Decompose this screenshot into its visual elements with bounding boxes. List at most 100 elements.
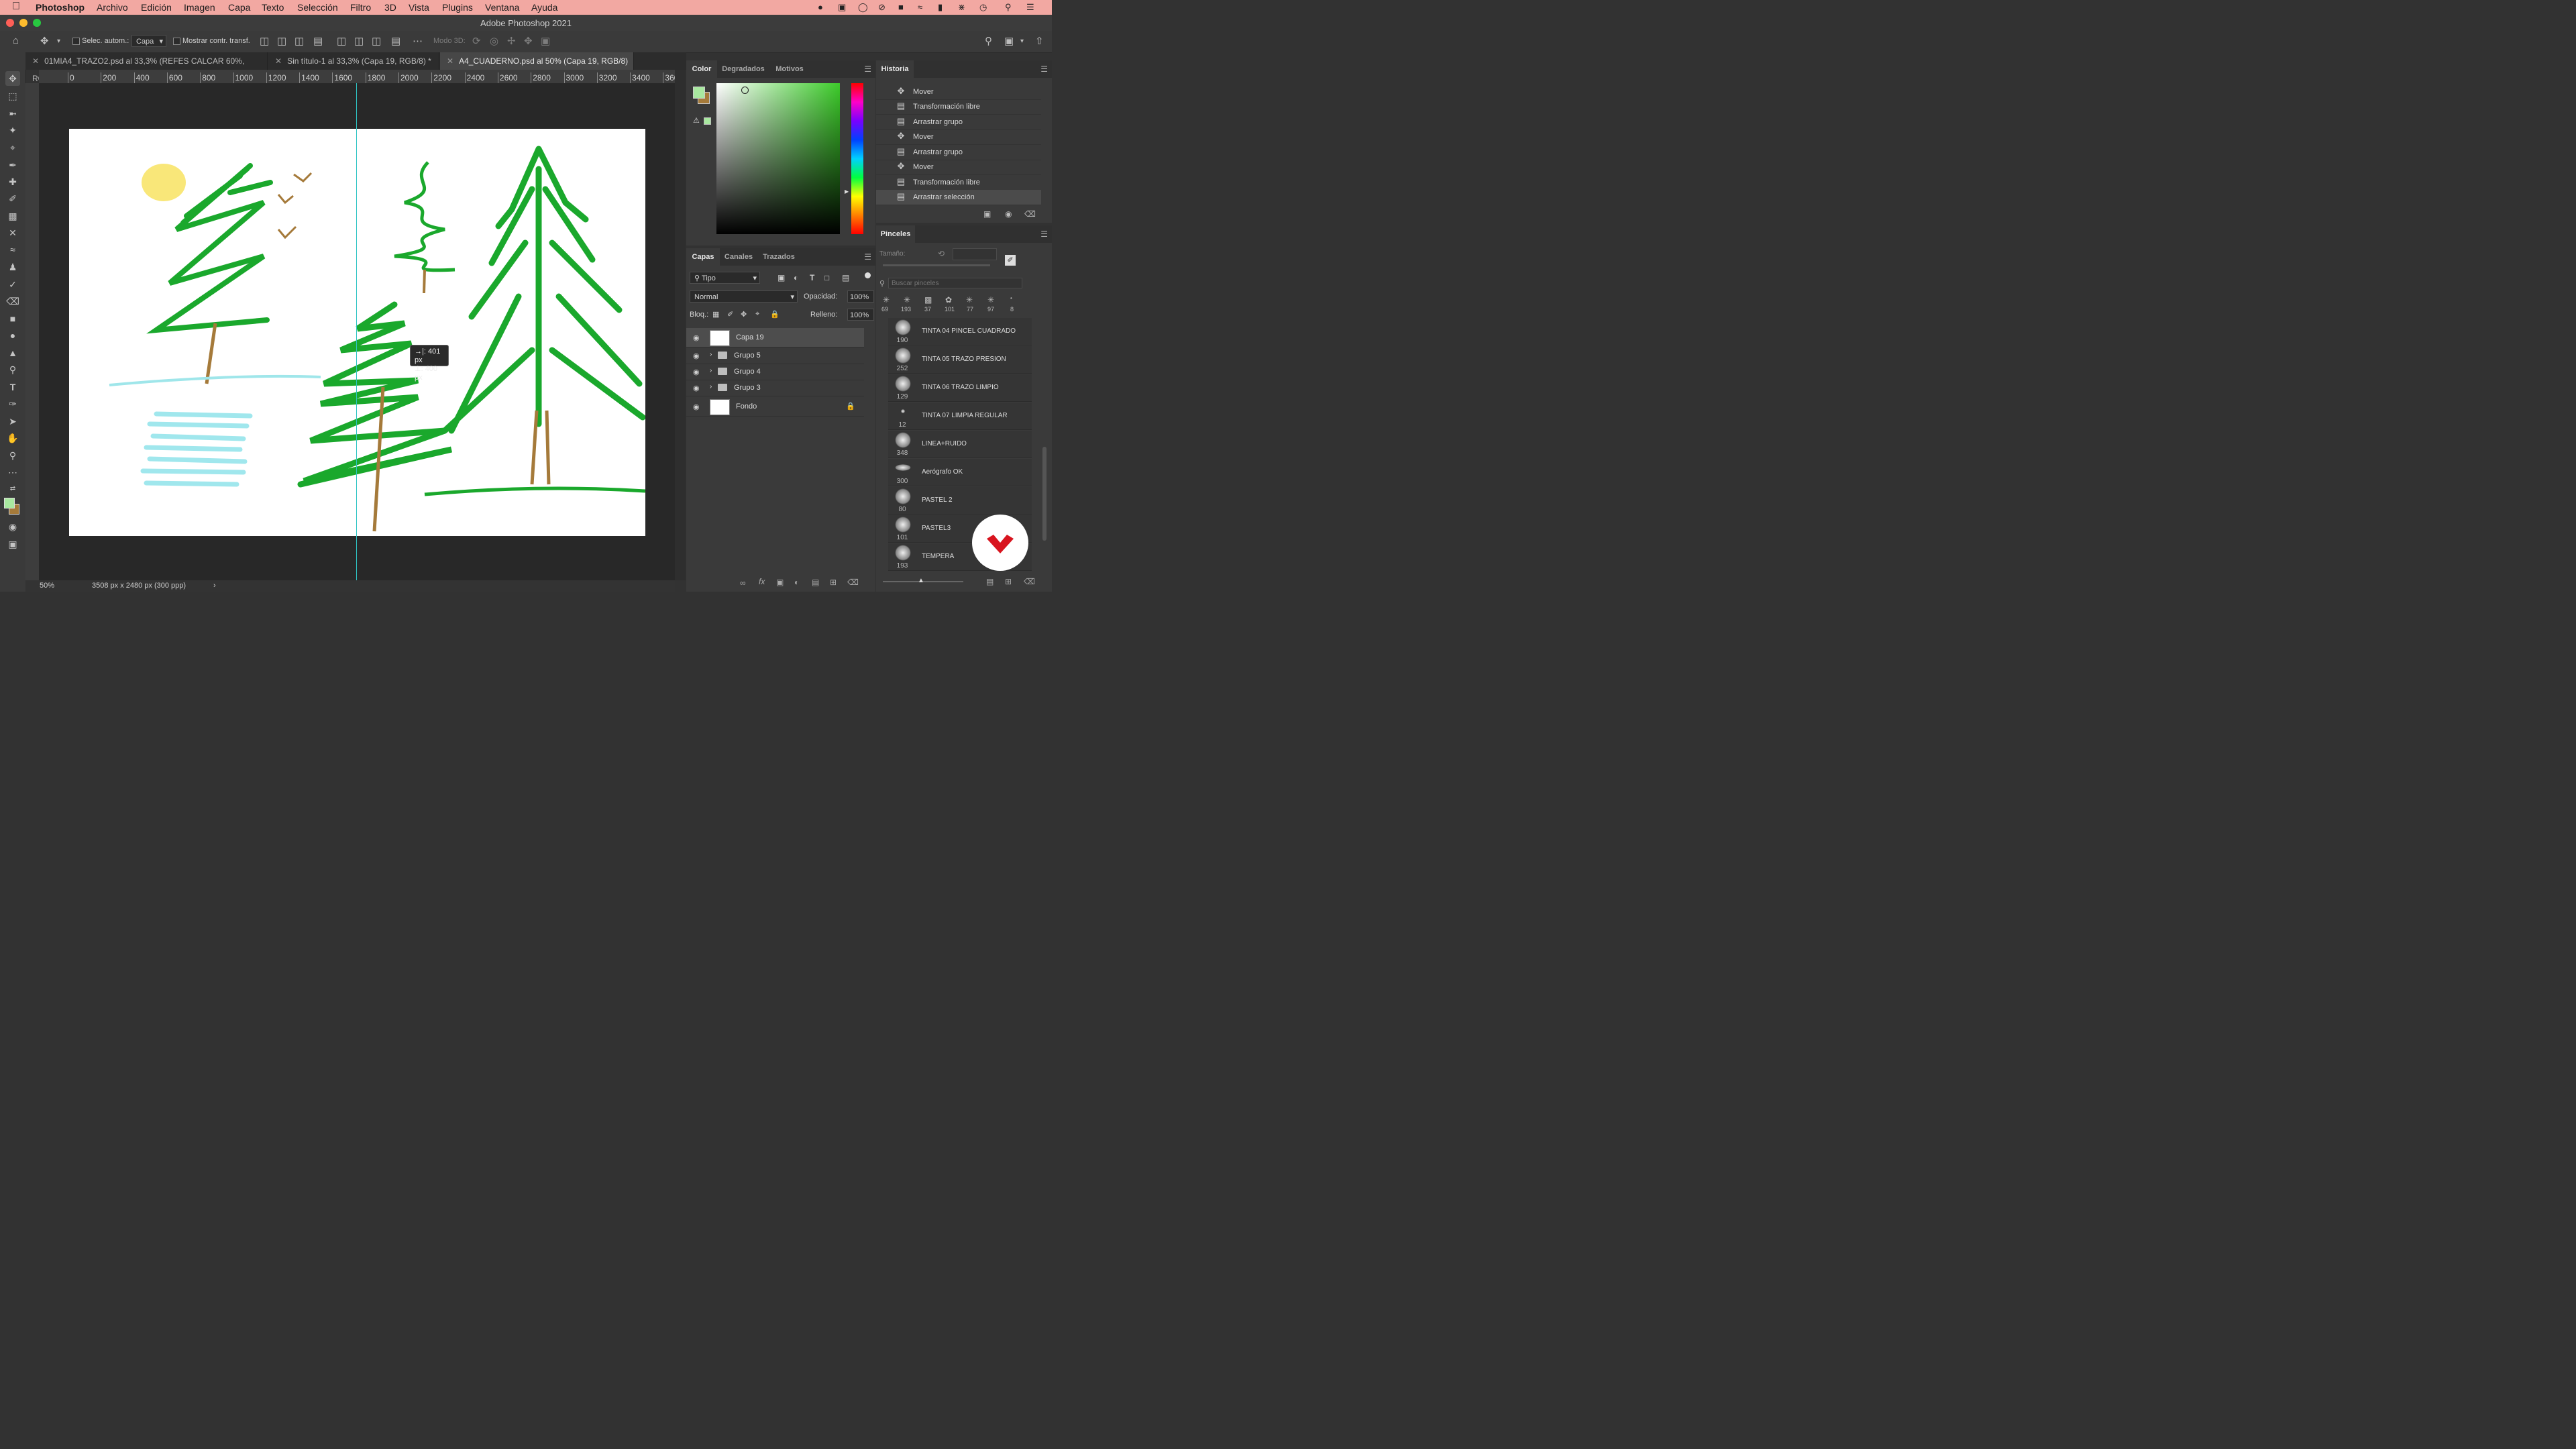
control-center-icon[interactable]: ☰ (1026, 2, 1034, 13)
tab-paths[interactable]: Trazados (757, 248, 800, 266)
reset-icon[interactable]: ⟲ (938, 249, 945, 258)
art-brush-tool-icon[interactable]: ≈ (5, 242, 20, 257)
layer-row-selected[interactable]: ◉ Capa 19 (686, 328, 864, 347)
gamut-swatch[interactable] (704, 117, 711, 125)
blend-mode-dropdown[interactable]: Normal ▾ (690, 290, 798, 303)
tab-channels[interactable]: Canales (720, 248, 757, 266)
panel-menu-icon[interactable]: ☰ (1040, 229, 1048, 239)
visibility-eye-icon[interactable]: ◉ (693, 368, 700, 376)
brush-search-input[interactable] (888, 278, 1022, 288)
new-brush-icon[interactable]: ✐ (1005, 255, 1016, 266)
zoom-level[interactable]: 50% (40, 582, 54, 590)
size-slider[interactable] (883, 264, 990, 266)
tray-app-icon[interactable]: ▣ (838, 2, 846, 13)
visibility-eye-icon[interactable]: ◉ (693, 384, 700, 392)
lock-all-icon[interactable]: 🔒 (770, 310, 780, 319)
panel-menu-icon[interactable]: ☰ (864, 64, 871, 74)
screen-mode-icon[interactable]: ▣ (5, 537, 20, 551)
align-right-icon[interactable]: ◫ (294, 35, 304, 47)
filter-pixel-icon[interactable]: ▣ (777, 273, 785, 282)
tab-document-active[interactable]: ✕ A4_CUADERNO.psd al 50% (Capa 19, RGB/8)… (440, 52, 634, 83)
move-tool-icon[interactable]: ✥ (5, 71, 20, 86)
brush-item[interactable]: 300 Aerógrafo OK (888, 459, 1032, 486)
sharpen-tool-icon[interactable]: ▲ (5, 345, 20, 360)
mixer-brush-tool-icon[interactable]: ✓ (5, 277, 20, 292)
foreground-color-swatch[interactable] (4, 498, 15, 508)
adjustment-layer-icon[interactable]: ◐ (794, 578, 799, 587)
history-item[interactable]: ▤ Transformación libre (876, 99, 1041, 115)
new-layer-icon[interactable]: ⊞ (830, 578, 837, 587)
align-bottom-icon[interactable]: ◫ (372, 35, 381, 47)
picker-handle[interactable] (741, 87, 749, 94)
lock-paint-icon[interactable]: ✐ (727, 310, 733, 319)
tab-brushes[interactable]: Pinceles (876, 225, 915, 243)
camera-3d-icon[interactable]: ▣ (541, 35, 550, 47)
pan-3d-icon[interactable]: ✢ (507, 35, 516, 47)
ruler-guide[interactable] (356, 83, 357, 580)
canvas-area[interactable]: →|: 401 px ⊥: 400 px (39, 83, 675, 580)
trash-icon[interactable]: ⌫ (1024, 577, 1035, 586)
menu-ventana[interactable]: Ventana (485, 2, 519, 13)
tray-app-icon[interactable]: ◯ (858, 2, 868, 13)
panel-menu-icon[interactable]: ☰ (1040, 64, 1048, 74)
visibility-eye-icon[interactable]: ◉ (693, 333, 700, 342)
pen-tool-icon[interactable]: ✑ (5, 396, 20, 411)
menu-ayuda[interactable]: Ayuda (531, 2, 557, 13)
distribute-vertical-icon[interactable]: ▤ (391, 35, 400, 47)
eraser-tool-icon[interactable]: ⌫ (5, 294, 20, 309)
swap-colors-icon[interactable]: ⇄ (5, 482, 20, 496)
chevron-right-icon[interactable]: › (213, 582, 216, 590)
new-document-from-state-icon[interactable]: ▣ (983, 209, 991, 219)
distribute-icon[interactable]: ▤ (313, 35, 323, 47)
path-selection-tool-icon[interactable]: ➤ (5, 414, 20, 429)
new-brush-group-icon[interactable]: ▤ (986, 577, 994, 586)
tab-color[interactable]: Color (686, 60, 717, 78)
snapshot-camera-icon[interactable]: ◉ (1005, 209, 1012, 219)
link-layers-icon[interactable]: ∞ (740, 578, 746, 588)
auto-select-checkbox[interactable] (72, 38, 80, 45)
brush-item[interactable]: 348 LINEA+RUIDO (888, 431, 1032, 458)
menu-imagen[interactable]: Imagen (184, 2, 215, 13)
quick-mask-icon[interactable]: ◉ (5, 519, 20, 534)
brush-item[interactable]: 80 PASTEL 2 (888, 487, 1032, 515)
magic-wand-tool-icon[interactable]: ✦ (5, 123, 20, 138)
spotlight-search-icon[interactable]: ⚲ (1005, 2, 1012, 13)
tab-gradients[interactable]: Degradados (717, 60, 769, 78)
history-item[interactable]: ✥ Mover (876, 85, 1041, 100)
chevron-down-icon[interactable]: ▾ (57, 38, 60, 45)
brush-item[interactable]: 129 TINTA 06 TRAZO LIMPIO (888, 374, 1032, 402)
menu-texto[interactable]: Texto (262, 2, 284, 13)
filter-type-icon[interactable]: T (810, 273, 814, 282)
dodge-tool-icon[interactable]: ⚲ (5, 362, 20, 377)
align-left-icon[interactable]: ◫ (260, 35, 269, 47)
document-canvas[interactable] (69, 129, 646, 536)
history-item[interactable]: ✥ Mover (876, 129, 1041, 145)
menu-app[interactable]: Photoshop (36, 2, 85, 13)
brush-preset-tip-icon[interactable]: ✳ (987, 295, 994, 305)
chevron-down-icon[interactable]: ▾ (1020, 38, 1024, 45)
menu-plugins[interactable]: Plugins (442, 2, 473, 13)
history-item[interactable]: ✥ Mover (876, 160, 1041, 175)
filter-shape-icon[interactable]: □ (824, 273, 829, 282)
lock-transparency-icon[interactable]: ▦ (712, 310, 719, 319)
layer-filter-dropdown[interactable]: ⚲ Tipo ▾ (690, 272, 760, 284)
foreground-swatch[interactable] (693, 87, 705, 99)
stamp-tool-icon[interactable]: ▩ (5, 209, 20, 223)
slider-handle[interactable]: ▲ (918, 577, 924, 584)
size-input[interactable] (953, 248, 997, 260)
new-group-icon[interactable]: ▤ (812, 578, 819, 587)
align-center-icon[interactable]: ◫ (277, 35, 286, 47)
brush-list-scrollbar[interactable] (1042, 447, 1046, 541)
close-tab-icon[interactable]: ✕ (275, 56, 282, 66)
expand-chevron-icon[interactable]: › (710, 383, 712, 390)
align-middle-icon[interactable]: ◫ (354, 35, 364, 47)
share-icon[interactable]: ⇧ (1035, 35, 1044, 47)
visibility-eye-icon[interactable]: ◉ (693, 352, 700, 360)
clock-icon[interactable]: ◷ (979, 2, 987, 13)
saturation-brightness-picker[interactable] (716, 83, 840, 234)
menu-filtro[interactable]: Filtro (350, 2, 371, 13)
add-mask-icon[interactable]: ▣ (776, 578, 784, 587)
brush-item[interactable]: 12 TINTA 07 LIMPIA REGULAR (888, 402, 1032, 430)
tray-app-icon[interactable]: ■ (898, 2, 904, 12)
bluetooth-icon[interactable]: ⋇ (958, 2, 965, 13)
